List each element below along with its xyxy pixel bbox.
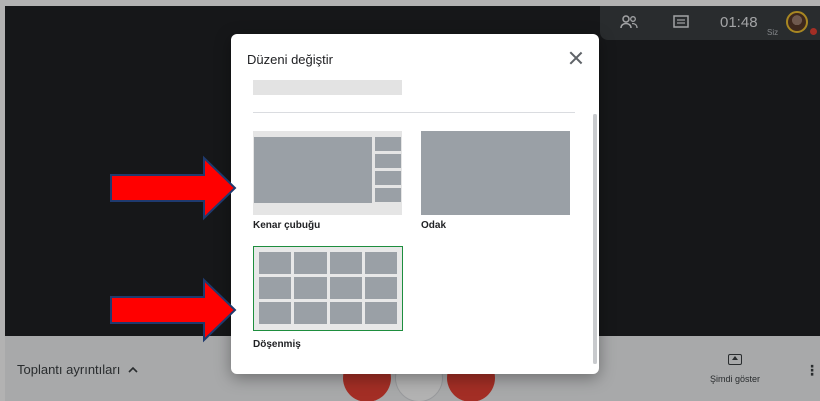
layout-label-focus: Odak <box>421 220 447 231</box>
sidebar-layout-thumbnail <box>253 131 402 215</box>
layout-label-tiled: Döşenmiş <box>253 339 301 350</box>
layout-option-sidebar[interactable]: Kenar çubuğu <box>253 131 403 236</box>
auto-layout-option[interactable] <box>253 80 402 95</box>
sidebar-tile <box>375 137 401 151</box>
layout-option-tiled[interactable]: Döşenmiş <box>253 246 403 364</box>
tiled-layout-thumbnail <box>253 246 403 331</box>
sidebar-tile <box>375 154 401 168</box>
sidebar-main-tile <box>254 137 372 203</box>
annotation-arrow-sidebar <box>110 155 237 221</box>
dialog-title: Düzeni değiştir <box>247 52 333 67</box>
scrollbar-thumb[interactable] <box>593 114 597 364</box>
tile-grid <box>259 252 397 324</box>
layout-label-sidebar: Kenar çubuğu <box>253 220 321 231</box>
sidebar-tile <box>375 171 401 185</box>
close-icon[interactable] <box>565 48 587 70</box>
change-layout-dialog: Düzeni değiştir Kenar çubuğu Odak Döşenm… <box>231 34 599 374</box>
sidebar-tile <box>375 188 401 202</box>
annotation-arrow-tiled <box>110 277 237 343</box>
layout-option-focus[interactable]: Odak <box>421 131 571 236</box>
focus-layout-thumbnail <box>421 131 570 215</box>
divider <box>253 112 575 113</box>
